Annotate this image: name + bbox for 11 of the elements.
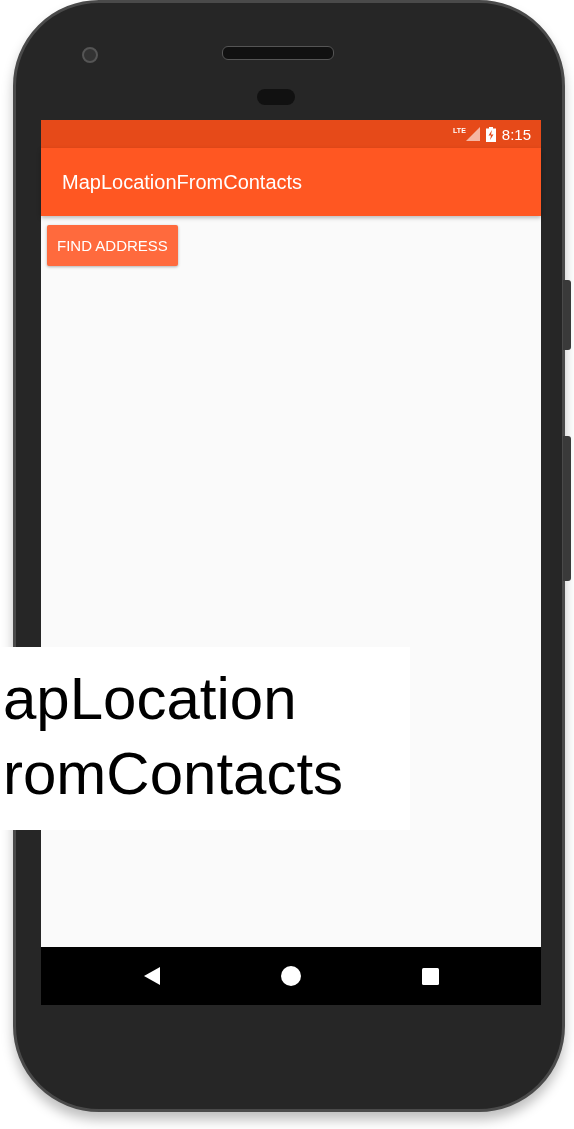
find-address-button[interactable]: FIND ADDRESS (47, 225, 178, 266)
back-icon[interactable] (143, 967, 160, 985)
signal-icon (465, 127, 480, 141)
app-title: MapLocationFromContacts (62, 170, 303, 194)
caption-line: apLocation (2, 664, 298, 734)
clock: 8:15 (501, 125, 531, 143)
battery-charging-icon (485, 126, 496, 142)
overview-icon[interactable] (421, 967, 439, 985)
power-key (563, 280, 571, 350)
caption-line: romContacts (2, 739, 345, 809)
home-icon[interactable] (280, 966, 301, 986)
